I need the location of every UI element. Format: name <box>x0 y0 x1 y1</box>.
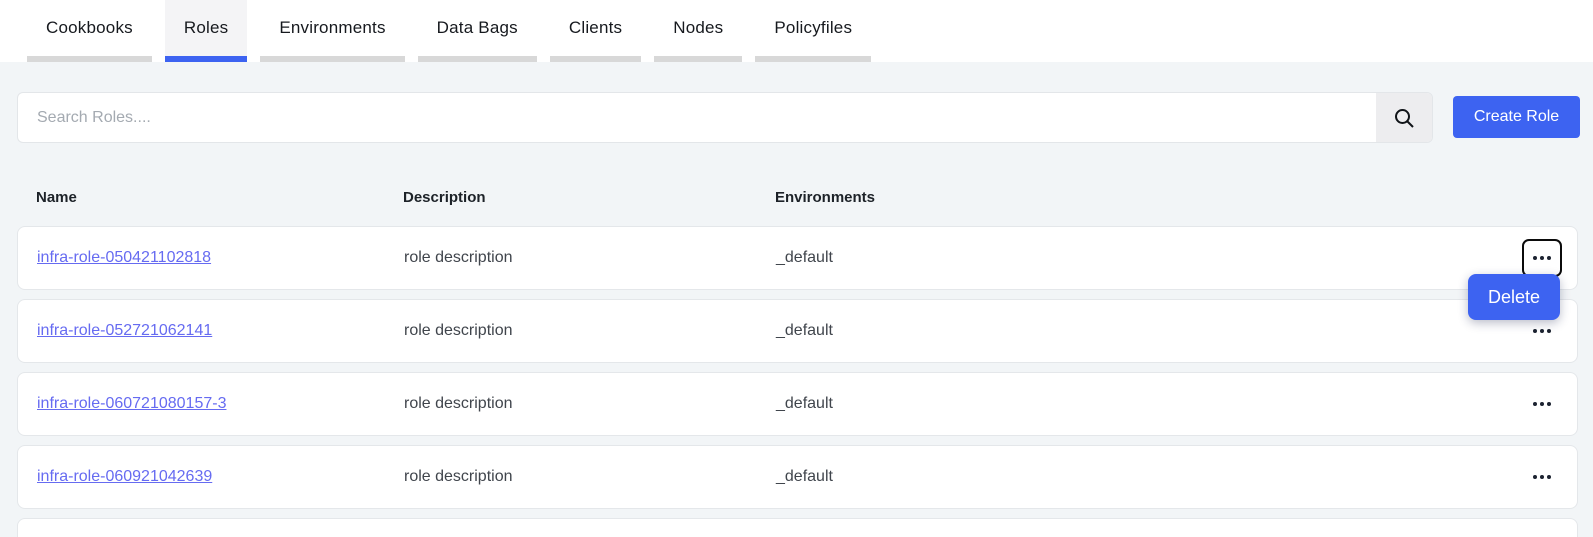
row-menu-button[interactable] <box>1522 239 1562 277</box>
role-environment: _default <box>776 300 833 362</box>
role-link[interactable]: infra-role-060921042639 <box>37 468 212 486</box>
ellipsis-icon <box>1533 475 1537 479</box>
table-header: Name Description Environments <box>0 186 1593 210</box>
row-menu-button[interactable] <box>1522 385 1562 423</box>
tab-clients[interactable]: Clients <box>550 0 641 62</box>
role-description: role description <box>404 373 513 435</box>
search-bar <box>17 92 1433 143</box>
role-environment: _default <box>776 373 833 435</box>
role-description: role description <box>404 446 513 508</box>
column-header-environments: Environments <box>775 186 875 210</box>
table-row <box>17 518 1578 537</box>
tab-cookbooks[interactable]: Cookbooks <box>27 0 152 62</box>
table-row: infra-role-060721080157-3 role descripti… <box>17 372 1578 436</box>
search-button[interactable] <box>1376 93 1432 142</box>
create-role-button[interactable]: Create Role <box>1453 96 1580 138</box>
table-row: infra-role-060921042639 role description… <box>17 445 1578 509</box>
role-environment: _default <box>776 446 833 508</box>
tab-bar: Cookbooks Roles Environments Data Bags C… <box>0 0 1593 62</box>
tab-environments[interactable]: Environments <box>260 0 404 62</box>
tab-data-bags[interactable]: Data Bags <box>418 0 537 62</box>
role-link[interactable]: infra-role-050421102818 <box>37 249 211 267</box>
column-header-name: Name <box>36 186 77 210</box>
delete-menu-item[interactable]: Delete <box>1468 274 1560 320</box>
table-row: infra-role-052721062141 role description… <box>17 299 1578 363</box>
role-description: role description <box>404 227 513 289</box>
table-row: infra-role-050421102818 role description… <box>17 226 1578 290</box>
tab-nodes[interactable]: Nodes <box>654 0 742 62</box>
role-environment: _default <box>776 227 833 289</box>
row-menu-button[interactable] <box>1522 458 1562 496</box>
ellipsis-icon <box>1533 256 1537 260</box>
role-link[interactable]: infra-role-060721080157-3 <box>37 395 226 413</box>
role-description: role description <box>404 300 513 362</box>
column-header-description: Description <box>403 186 486 210</box>
role-link[interactable]: infra-role-052721062141 <box>37 322 212 340</box>
tab-policyfiles[interactable]: Policyfiles <box>755 0 871 62</box>
ellipsis-icon <box>1533 329 1537 333</box>
ellipsis-icon <box>1533 402 1537 406</box>
search-icon <box>1393 107 1415 129</box>
search-input[interactable] <box>18 93 1376 142</box>
tab-roles[interactable]: Roles <box>165 0 247 62</box>
